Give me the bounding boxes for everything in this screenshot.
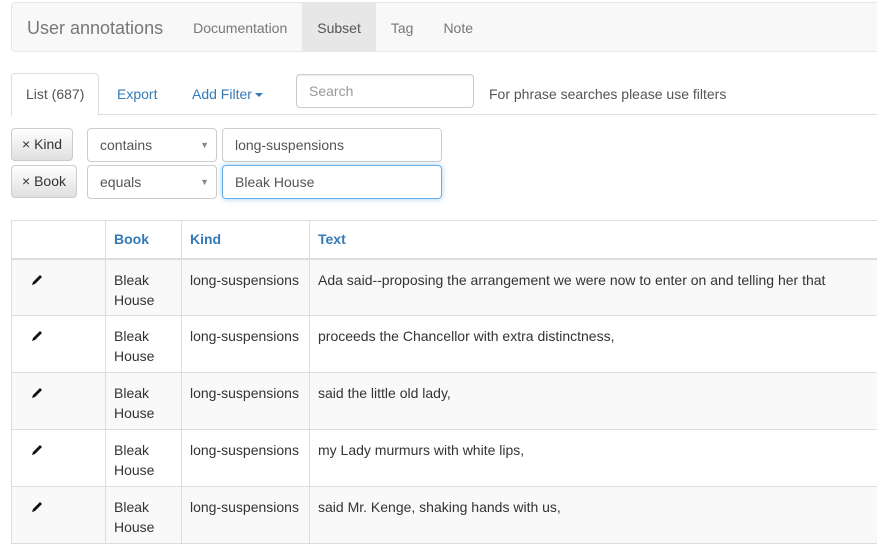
pencil-icon[interactable]: [30, 272, 44, 292]
add-filter-label: Add Filter: [192, 86, 252, 102]
header-kind[interactable]: Kind: [181, 220, 310, 260]
kind-cell: long-suspensions: [181, 372, 310, 430]
pencil-icon[interactable]: [30, 499, 44, 519]
text-cell: proceeds the Chancellor with extra disti…: [309, 315, 877, 373]
edit-cell: [11, 486, 106, 544]
book-cell: Bleak House: [105, 486, 182, 544]
book-cell: Bleak House: [105, 429, 182, 487]
text-cell: said Mr. Kenge, shaking hands with us,: [309, 486, 877, 544]
table-row: Bleak House long-suspensions said Mr. Ke…: [11, 486, 877, 544]
edit-cell: [11, 258, 106, 316]
header-book[interactable]: Book: [105, 220, 182, 260]
table-row: Bleak House long-suspensions Ada said--p…: [11, 258, 877, 316]
header-edit: [11, 220, 106, 260]
kind-operator-select[interactable]: contains ▼: [87, 128, 217, 162]
phrase-search-hint: For phrase searches please use filters: [489, 86, 727, 102]
remove-kind-filter-button[interactable]: × Kind: [11, 128, 74, 161]
pencil-icon[interactable]: [30, 328, 44, 348]
text-cell: Ada said--proposing the arrangement we w…: [309, 258, 877, 316]
table-row: Bleak House long-suspensions said the li…: [11, 372, 877, 430]
edit-cell: [11, 315, 106, 373]
select-arrow-icon: ▼: [200, 140, 209, 150]
remove-book-filter-button[interactable]: × Book: [11, 165, 77, 198]
annotations-table: Book Kind Text Bleak House long-suspensi…: [11, 220, 877, 544]
kind-cell: long-suspensions: [181, 486, 310, 544]
text-cell: said the little old lady,: [309, 372, 877, 430]
nav-note[interactable]: Note: [428, 3, 488, 51]
edit-cell: [11, 429, 106, 487]
tab-list[interactable]: List (687): [11, 73, 100, 116]
edit-cell: [11, 372, 106, 430]
book-operator-value: equals: [100, 174, 142, 190]
book-filter-value-input[interactable]: Bleak House: [222, 165, 442, 199]
nav-documentation[interactable]: Documentation: [178, 3, 302, 51]
book-cell: Bleak House: [105, 315, 182, 373]
pencil-icon[interactable]: [30, 442, 44, 462]
header-text[interactable]: Text: [309, 220, 877, 260]
caret-down-icon: [254, 93, 263, 98]
book-cell: Bleak House: [105, 258, 182, 316]
nav-subset[interactable]: Subset: [302, 3, 376, 51]
text-cell: my Lady murmurs with white lips,: [309, 429, 877, 487]
navbar-brand[interactable]: User annotations: [12, 3, 178, 51]
pencil-icon[interactable]: [30, 385, 44, 405]
nav-tag[interactable]: Tag: [376, 3, 429, 51]
select-arrow-icon: ▼: [200, 177, 209, 187]
search-input[interactable]: [296, 74, 474, 108]
tab-export[interactable]: Export: [117, 73, 157, 115]
table-row: Bleak House long-suspensions my Lady mur…: [11, 429, 877, 487]
table-row: Bleak House long-suspensions proceeds th…: [11, 315, 877, 373]
kind-cell: long-suspensions: [181, 258, 310, 316]
book-operator-select[interactable]: equals ▼: [87, 165, 217, 199]
top-navbar: User annotations Documentation Subset Ta…: [11, 2, 877, 52]
book-cell: Bleak House: [105, 372, 182, 430]
add-filter-dropdown[interactable]: Add Filter: [192, 73, 263, 115]
kind-cell: long-suspensions: [181, 429, 310, 487]
kind-cell: long-suspensions: [181, 315, 310, 373]
kind-operator-value: contains: [100, 137, 153, 153]
table-header-row: Book Kind Text: [11, 220, 877, 260]
kind-filter-value-input[interactable]: long-suspensions: [222, 128, 442, 162]
